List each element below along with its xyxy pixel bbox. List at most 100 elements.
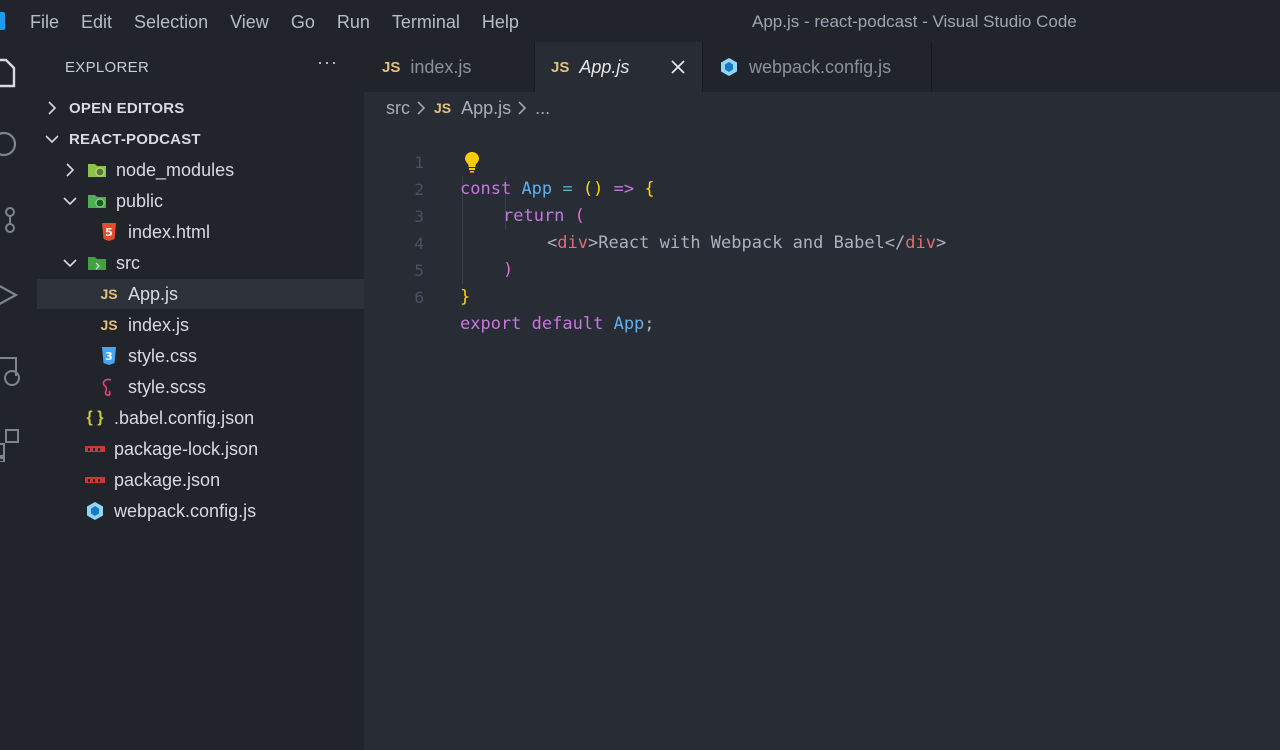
svg-text:5: 5 xyxy=(105,226,113,239)
code-line-2: 2 return ( xyxy=(364,149,1280,226)
webpack-icon xyxy=(721,58,737,76)
explorer-sidebar: EXPLORER ··· OPEN EDITORS REACT-PODCAST … xyxy=(37,42,364,750)
svg-text:3: 3 xyxy=(105,350,113,363)
chevron-right-icon xyxy=(416,101,426,115)
title-bar: File Edit Selection View Go Run Terminal… xyxy=(0,0,1280,42)
json-braces-icon: { } xyxy=(86,409,104,426)
breadcrumb-symbols[interactable]: ... xyxy=(535,98,550,119)
token-keyword: default xyxy=(531,314,604,334)
tab-label: index.js xyxy=(410,56,472,77)
breadcrumb-folder[interactable]: src xyxy=(386,98,410,119)
code-line-1: 1 const App = () => { xyxy=(364,122,1280,199)
html5-icon: 5 xyxy=(102,223,116,241)
menu-view[interactable]: View xyxy=(230,11,269,33)
tree-item-label: package.json xyxy=(114,469,221,490)
chevron-down-icon xyxy=(45,135,59,144)
tree-item-label: index.js xyxy=(128,314,190,335)
breadcrumb-file[interactable]: App.js xyxy=(461,98,511,119)
chevron-right-icon xyxy=(517,101,527,115)
lightbulb-icon[interactable] xyxy=(463,151,481,173)
src-folder-icon xyxy=(88,257,106,270)
npm-icon xyxy=(85,446,105,452)
editor-tab-bar: JS index.js JS App.js webpack.config.js xyxy=(364,42,1280,92)
close-icon[interactable] xyxy=(668,57,688,77)
npm-icon xyxy=(85,477,105,483)
tree-item-babel-config[interactable]: { } .babel.config.json xyxy=(37,403,364,433)
activity-bar xyxy=(0,42,37,750)
css3-icon: 3 xyxy=(102,347,116,365)
search-icon[interactable] xyxy=(0,128,20,162)
tree-item-package-lock[interactable]: package-lock.json xyxy=(37,434,364,464)
tree-item-label: style.css xyxy=(128,345,198,366)
tree-item-label: .babel.config.json xyxy=(114,407,255,428)
window-title: App.js - react-podcast - Visual Studio C… xyxy=(752,12,1077,31)
javascript-icon: JS xyxy=(551,58,570,76)
project-label: REACT-PODCAST xyxy=(69,130,201,148)
code-line-4: 4 ) xyxy=(364,203,1280,280)
tree-item-label: public xyxy=(116,190,164,211)
tree-item-node-modules[interactable]: node_modules xyxy=(37,155,364,185)
project-section[interactable]: REACT-PODCAST xyxy=(37,124,364,154)
breadcrumb: src JS App.js ... xyxy=(386,97,550,119)
tree-item-app-js[interactable]: JS App.js xyxy=(37,279,364,309)
javascript-icon: JS xyxy=(434,100,452,116)
line-number: 6 xyxy=(414,288,424,307)
menu-terminal[interactable]: Terminal xyxy=(392,11,460,33)
tree-item-style-scss[interactable]: style.scss xyxy=(37,372,364,402)
sidebar-more-button[interactable]: ··· xyxy=(317,52,338,73)
tree-item-label: index.html xyxy=(128,221,211,242)
code-text: export default App; xyxy=(460,311,655,338)
node-folder-icon xyxy=(88,164,106,177)
menu-selection[interactable]: Selection xyxy=(134,11,208,33)
run-debug-icon[interactable] xyxy=(0,278,20,312)
token-brace: } xyxy=(460,287,471,307)
tree-item-index-js[interactable]: JS index.js xyxy=(37,310,364,340)
tree-item-package-json[interactable]: package.json xyxy=(37,465,364,495)
chevron-down-icon xyxy=(63,197,77,206)
menu-edit[interactable]: Edit xyxy=(81,11,112,33)
open-editors-label: OPEN EDITORS xyxy=(69,99,185,117)
source-control-icon[interactable] xyxy=(0,202,20,236)
menu-file[interactable]: File xyxy=(30,11,59,33)
webpack-icon xyxy=(87,502,103,520)
tree-item-label: style.scss xyxy=(128,376,207,397)
menu-help[interactable]: Help xyxy=(482,11,519,33)
menu-run[interactable]: Run xyxy=(337,11,370,33)
explorer-icon[interactable] xyxy=(0,56,20,90)
tree-item-label: webpack.config.js xyxy=(114,500,257,521)
open-editors-section[interactable]: OPEN EDITORS xyxy=(37,93,364,123)
tree-item-label: package-lock.json xyxy=(114,438,259,459)
sass-icon xyxy=(102,378,112,396)
tree-item-public[interactable]: public xyxy=(37,186,364,216)
menu-bar: File Edit Selection View Go Run Terminal… xyxy=(30,11,541,33)
tab-app-js[interactable]: JS App.js xyxy=(535,42,703,92)
tab-label: webpack.config.js xyxy=(749,56,892,77)
tree-item-label: node_modules xyxy=(116,159,235,180)
tree-item-style-css[interactable]: 3 style.css xyxy=(37,341,364,371)
vscode-logo-icon xyxy=(0,12,5,30)
remote-explorer-icon[interactable] xyxy=(0,354,20,388)
tab-index-js[interactable]: JS index.js xyxy=(364,42,535,92)
code-editor[interactable]: 1 const App = () => { 2 return ( 3 <div>… xyxy=(364,122,1280,750)
tab-label: App.js xyxy=(579,56,630,77)
tab-webpack-config[interactable]: webpack.config.js xyxy=(703,42,932,92)
code-line-5: 5 } xyxy=(364,230,1280,307)
tree-item-index-html[interactable]: 5 index.html xyxy=(37,217,364,247)
token-punct: ; xyxy=(644,314,655,334)
chevron-right-icon xyxy=(66,163,75,177)
javascript-icon: JS xyxy=(100,286,118,302)
extensions-icon[interactable] xyxy=(0,428,20,462)
token-identifier: App xyxy=(613,314,645,334)
menu-go[interactable]: Go xyxy=(291,11,315,33)
chevron-right-icon xyxy=(48,101,57,115)
tree-item-label: src xyxy=(116,252,140,273)
tree-item-label: App.js xyxy=(128,283,179,304)
public-folder-icon xyxy=(88,195,106,208)
tree-item-webpack-config[interactable]: webpack.config.js xyxy=(37,496,364,526)
sidebar-title: EXPLORER xyxy=(65,59,150,76)
javascript-icon: JS xyxy=(382,58,401,76)
tree-item-src[interactable]: src xyxy=(37,248,364,278)
javascript-icon: JS xyxy=(100,317,118,333)
code-line-3: 3 <div>React with Webpack and Babel</div… xyxy=(364,176,1280,253)
code-line-6: 6 export default App; xyxy=(364,257,1280,334)
